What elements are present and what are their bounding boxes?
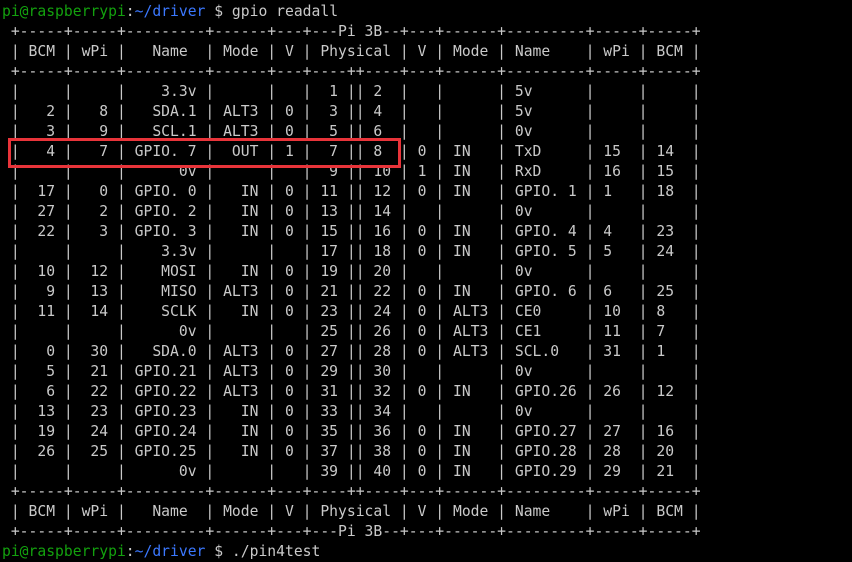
table-row: | 19 | 24 | GPIO.24 | IN | 0 | 35 || 36 …	[2, 423, 701, 440]
table-row: | 27 | 2 | GPIO. 2 | IN | 0 | 13 || 14 |…	[2, 203, 701, 220]
table-row: +-----+-----+---------+------+---+----++…	[2, 63, 701, 80]
terminal-window[interactable]: pi@raspberrypi:~/driver $ gpio readall +…	[0, 0, 852, 562]
table-row: | 11 | 14 | SCLK | IN | 0 | 23 || 24 | 0…	[2, 303, 701, 320]
table-row: | | | 0v | | | 39 || 40 | 0 | IN | GPIO.…	[2, 463, 701, 480]
prompt-path: ~/driver	[134, 3, 206, 20]
table-row: | 17 | 0 | GPIO. 0 | IN | 0 | 11 || 12 |…	[2, 183, 701, 200]
command-text: ./pin4test	[231, 543, 321, 560]
table-row: | 2 | 8 | SDA.1 | ALT3 | 0 | 3 || 4 | | …	[2, 103, 701, 120]
table-row: | 9 | 13 | MISO | ALT3 | 0 | 21 || 22 | …	[2, 283, 701, 300]
table-row: | 0 | 30 | SDA.0 | ALT3 | 0 | 27 || 28 |…	[2, 343, 701, 360]
table-row: | 4 | 7 | GPIO. 7 | OUT | 1 | 7 || 8 | 0…	[2, 143, 701, 160]
table-row: | 6 | 22 | GPIO.22 | ALT3 | 0 | 31 || 32…	[2, 383, 701, 400]
table-row: | | | 3.3v | | | 1 || 2 | | | 5v | | |	[2, 83, 701, 100]
prompt-separator: :	[125, 543, 135, 560]
table-row: +-----+-----+---------+------+---+---Pi …	[2, 23, 701, 40]
prompt-symbol: $	[205, 543, 232, 560]
table-row: +-----+-----+---------+------+---+---Pi …	[2, 523, 701, 540]
table-row: | 3 | 9 | SCL.1 | ALT3 | 0 | 5 || 6 | | …	[2, 123, 701, 140]
table-row: | | | 0v | | | 25 || 26 | 0 | ALT3 | CE1…	[2, 323, 701, 340]
prompt-line-2[interactable]: pi@raspberrypi:~/driver $ ./pin4test	[2, 542, 320, 562]
prompt-symbol: $	[205, 3, 232, 20]
table-row: | 5 | 21 | GPIO.21 | ALT3 | 0 | 29 || 30…	[2, 363, 701, 380]
table-row: | BCM | wPi | Name | Mode | V | Physical…	[2, 43, 701, 60]
prompt-line-1: pi@raspberrypi:~/driver $ gpio readall	[2, 2, 338, 22]
table-row: | | | 3.3v | | | 17 || 18 | 0 | IN | GPI…	[2, 243, 701, 260]
table-row: | BCM | wPi | Name | Mode | V | Physical…	[2, 503, 701, 520]
table-row: | 10 | 12 | MOSI | IN | 0 | 19 || 20 | |…	[2, 263, 701, 280]
prompt-path: ~/driver	[134, 543, 206, 560]
command-text: gpio readall	[231, 3, 339, 20]
table-row: | 22 | 3 | GPIO. 3 | IN | 0 | 15 || 16 |…	[2, 223, 701, 240]
prompt-user: pi@raspberrypi	[2, 3, 126, 20]
table-row: +-----+-----+---------+------+---+----++…	[2, 483, 701, 500]
table-row: | 26 | 25 | GPIO.25 | IN | 0 | 37 || 38 …	[2, 443, 701, 460]
table-row: | | | 0v | | | 9 || 10 | 1 | IN | RxD | …	[2, 163, 701, 180]
prompt-separator: :	[125, 3, 135, 20]
table-row: | 13 | 23 | GPIO.23 | IN | 0 | 33 || 34 …	[2, 403, 701, 420]
prompt-user: pi@raspberrypi	[2, 543, 126, 560]
